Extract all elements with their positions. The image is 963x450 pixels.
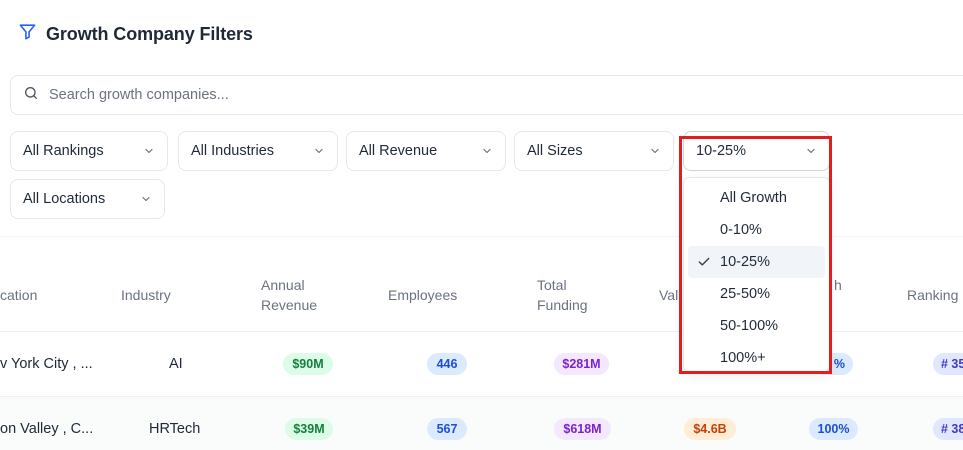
chevron-down-icon xyxy=(805,145,817,157)
column-header-industry[interactable]: Industry xyxy=(121,285,171,305)
revenue-select[interactable]: All Revenue xyxy=(346,131,506,171)
column-header-funding-line2: Funding xyxy=(537,297,588,313)
growth-option-label: 50-100% xyxy=(720,318,779,334)
check-icon xyxy=(697,255,711,273)
chevron-down-icon xyxy=(313,145,325,157)
row-1-employees-badge: 446 xyxy=(427,353,467,375)
rankings-select-label: All Rankings xyxy=(23,143,104,159)
column-header-revenue-line2: Revenue xyxy=(261,297,318,313)
search-bar[interactable] xyxy=(10,75,963,115)
row-1-industry: AI xyxy=(169,356,183,372)
column-header-funding[interactable]: Total Funding xyxy=(537,275,588,315)
growth-option-label: All Growth xyxy=(720,190,787,206)
row-1-location: v York City , ... xyxy=(0,356,93,372)
growth-option-50-100[interactable]: 50-100% xyxy=(688,310,825,342)
row-2-revenue-badge: $39M xyxy=(285,418,333,440)
row-2-valuation-badge: $4.6B xyxy=(684,418,736,440)
industries-select-label: All Industries xyxy=(191,143,275,159)
search-icon xyxy=(23,85,39,106)
growth-option-all[interactable]: All Growth xyxy=(688,182,825,214)
search-input[interactable] xyxy=(49,87,849,103)
locations-select-label: All Locations xyxy=(23,191,106,207)
chevron-down-icon xyxy=(649,145,661,157)
page-title: Growth Company Filters xyxy=(46,23,253,44)
sizes-select[interactable]: All Sizes xyxy=(514,131,674,171)
column-header-funding-line1: Total xyxy=(537,277,567,293)
row-2-employees-badge: 567 xyxy=(427,418,467,440)
row-2-industry: HRTech xyxy=(149,421,201,437)
growth-select-label: 10-25% xyxy=(696,143,746,159)
column-header-revenue-line1: Annual xyxy=(261,277,305,293)
growth-option-10-25[interactable]: 10-25% xyxy=(688,246,825,278)
row-1-funding-badge: $281M xyxy=(554,353,609,375)
column-header-revenue[interactable]: Annual Revenue xyxy=(261,275,317,315)
column-header-valuation[interactable]: Val xyxy=(659,285,678,305)
sizes-select-label: All Sizes xyxy=(527,143,583,159)
column-header-location[interactable]: cation xyxy=(0,285,37,305)
chevron-down-icon xyxy=(481,145,493,157)
growth-option-0-10[interactable]: 0-10% xyxy=(688,214,825,246)
growth-option-label: 0-10% xyxy=(720,222,762,238)
locations-select[interactable]: All Locations xyxy=(10,179,165,219)
column-header-ranking[interactable]: Ranking xyxy=(907,285,958,305)
row-2-ranking-badge: # 38 xyxy=(933,418,963,440)
growth-option-25-50[interactable]: 25-50% xyxy=(688,278,825,310)
row-2-growth-badge: 100% xyxy=(809,418,858,440)
chevron-down-icon xyxy=(143,145,155,157)
growth-dropdown-menu: All Growth 0-10% 10-25% 25-50% 50-100% 1… xyxy=(683,177,830,372)
chevron-down-icon xyxy=(140,193,152,205)
rankings-select[interactable]: All Rankings xyxy=(10,131,168,171)
page-header: Growth Company Filters xyxy=(18,22,253,46)
column-header-employees[interactable]: Employees xyxy=(388,285,457,305)
growth-option-label: 100%+ xyxy=(720,350,766,366)
growth-option-label: 25-50% xyxy=(720,286,770,302)
growth-option-100-plus[interactable]: 100%+ xyxy=(688,342,825,374)
revenue-select-label: All Revenue xyxy=(359,143,438,159)
row-1-revenue-badge: $90M xyxy=(283,353,333,375)
growth-option-label: 10-25% xyxy=(720,254,770,270)
row-2-location: on Valley , C... xyxy=(0,421,94,437)
row-2-funding-badge: $618M xyxy=(554,418,611,440)
column-header-growth[interactable]: h xyxy=(834,275,842,295)
industries-select[interactable]: All Industries xyxy=(178,131,338,171)
filter-icon xyxy=(18,22,37,46)
row-1-ranking-badge: # 35 xyxy=(933,353,963,375)
growth-select[interactable]: 10-25% xyxy=(683,131,830,171)
